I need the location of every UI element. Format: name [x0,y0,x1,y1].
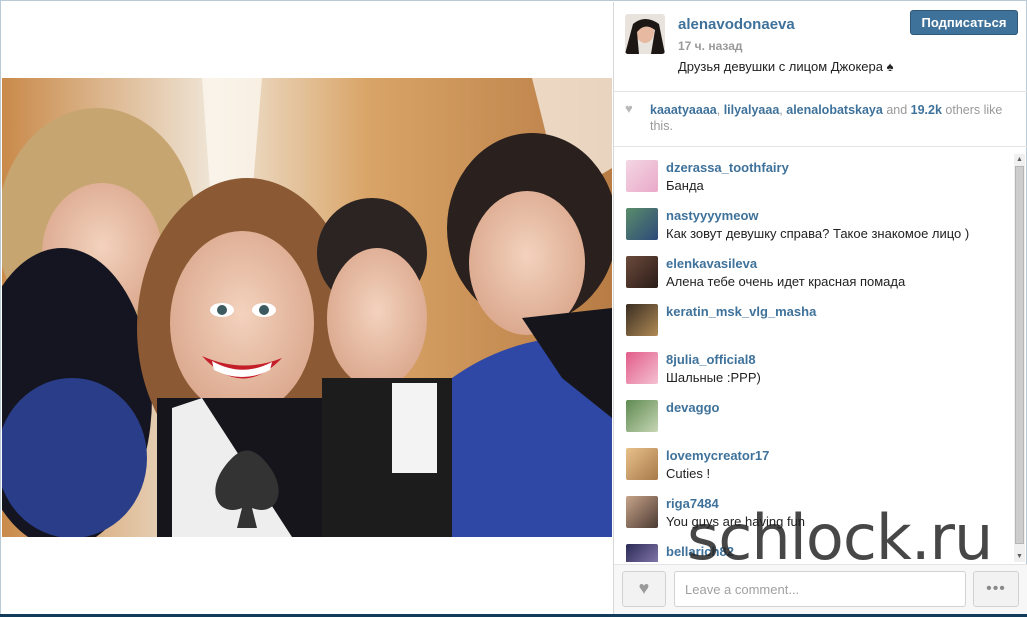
comment-text: Шальные :РРР) [666,370,761,385]
comment-item: devaggo [614,394,1014,442]
scroll-down-arrow-icon[interactable]: ▼ [1014,551,1025,562]
commenter-username[interactable]: keratin_msk_vlg_masha [666,304,816,319]
likes-count[interactable]: 19.2k [911,103,942,117]
watermark: schlock.ru [687,501,993,574]
liker-link[interactable]: alenalobatskaya [786,103,883,117]
commenter-avatar[interactable] [626,304,658,336]
post-caption: Друзья девушки с лицом Джокера ♠ [678,59,894,74]
comment-item: 8julia_official8 Шальные :РРР) [614,346,1014,394]
post-header: alenavodonaeva 17 ч. назад Друзья девушк… [614,2,1027,92]
author-avatar[interactable] [625,14,665,54]
photo-area [2,2,612,614]
liker-link[interactable]: lilyalyaaa [724,103,780,117]
commenter-avatar[interactable] [626,256,658,288]
comment-text: Алена тебе очень идет красная помада [666,274,906,289]
comment-text: Банда [666,178,704,193]
commenter-avatar[interactable] [626,496,658,528]
commenter-username[interactable]: 8julia_official8 [666,352,756,367]
liker-link[interactable]: kaaatyaaaa [650,103,717,117]
scrollbar-thumb[interactable] [1015,166,1024,544]
heart-icon: ♥ [638,578,650,598]
commenter-username[interactable]: devaggo [666,400,719,415]
commenter-avatar[interactable] [626,400,658,432]
heart-icon: ♥ [625,101,633,116]
post-modal: alenavodonaeva 17 ч. назад Друзья девушк… [0,0,1027,617]
comment-text: Cuties ! [666,466,711,481]
likes-separator: , [716,103,724,117]
author-username[interactable]: alenavodonaeva [678,16,795,33]
post-photo[interactable] [2,78,612,537]
comment-input[interactable] [674,571,966,607]
commenter-username[interactable]: lovemycreator17 [666,448,769,463]
commenter-avatar[interactable] [626,448,658,480]
follow-button[interactable]: Подписаться [910,10,1018,35]
commenter-username[interactable]: nastyyyymeow [666,208,759,223]
likes-summary: ♥ kaaatyaaaa, lilyalyaaa, alenalobatskay… [614,93,1027,147]
commenter-username[interactable]: elenkavasileva [666,256,757,271]
likes-text: kaaatyaaaa, lilyalyaaa, alenalobatskaya … [650,102,1010,134]
selfie-image [2,78,612,537]
likes-and: and [882,103,911,117]
comment-item: dzerassa_toothfairy Банда [614,154,1014,202]
commenter-username[interactable]: dzerassa_toothfairy [666,160,789,175]
comment-text: Как зовут девушку справа? Такое знакомое… [666,226,970,241]
comment-item: lovemycreator17 Cuties ! [614,442,1014,490]
comment-item: nastyyyymeow Как зовут девушку справа? Т… [614,202,1014,250]
commenter-avatar[interactable] [626,544,658,562]
more-options-button[interactable]: ••• [973,571,1019,607]
post-timestamp: 17 ч. назад [678,39,743,53]
commenter-avatar[interactable] [626,208,658,240]
commenter-avatar[interactable] [626,352,658,384]
commenter-avatar[interactable] [626,160,658,192]
comment-item: elenkavasileva Алена тебе очень идет кра… [614,250,1014,298]
like-button[interactable]: ♥ [622,571,666,607]
comments-scrollbar[interactable]: ▲ ▼ [1014,154,1025,562]
scroll-up-arrow-icon[interactable]: ▲ [1014,154,1025,165]
more-dots-icon: ••• [986,580,1006,597]
comment-item: keratin_msk_vlg_masha [614,298,1014,346]
